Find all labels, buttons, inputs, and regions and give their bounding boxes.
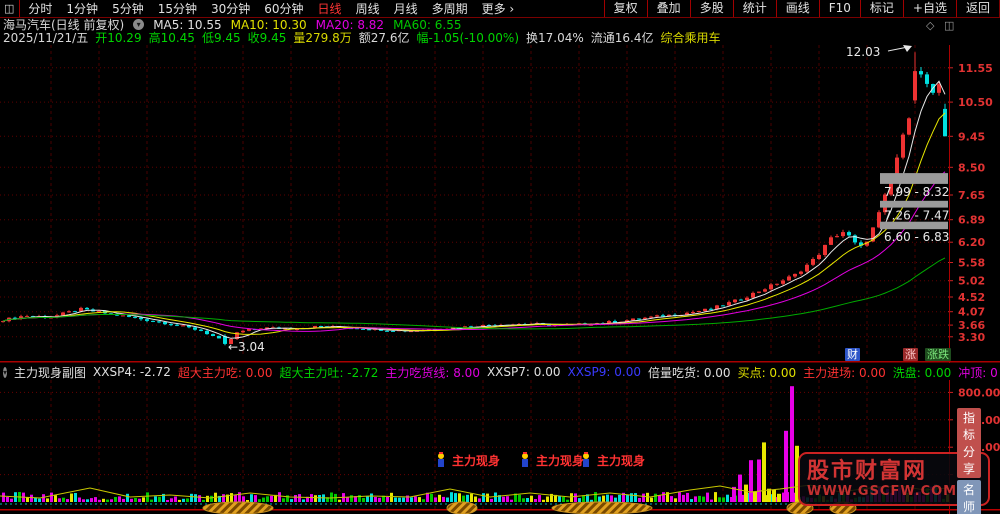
- low-value: 低9.45: [201, 31, 241, 45]
- tab-multi-period[interactable]: 多周期: [432, 0, 468, 17]
- svg-text:7.26 - 7.47: 7.26 - 7.47: [884, 209, 949, 223]
- float-shares-value: 流通16.4亿: [590, 31, 654, 45]
- svg-text:7.99 - 8.32: 7.99 - 8.32: [884, 185, 949, 199]
- tab-60min[interactable]: 60分钟: [264, 0, 303, 17]
- stat-main-enter: 主力进场: 0.00: [803, 365, 886, 380]
- volume-value: 量279.8万: [293, 31, 352, 45]
- date: 2025/11/21/五: [3, 31, 89, 45]
- tab-5min[interactable]: 5分钟: [112, 0, 144, 17]
- btn-back[interactable]: 返回: [957, 0, 999, 17]
- btn-mark[interactable]: 标记: [861, 0, 903, 17]
- tab-monthly[interactable]: 月线: [394, 0, 418, 17]
- svg-text:5.58: 5.58: [958, 257, 985, 270]
- tab-1min[interactable]: 1分钟: [66, 0, 98, 17]
- finance-badge[interactable]: 财: [845, 348, 860, 361]
- stock-app-window: ◫ 分时 1分钟 5分钟 15分钟 30分钟 60分钟 日线 周线 月线 多周期…: [0, 0, 1000, 514]
- svg-text:5.02: 5.02: [958, 275, 985, 288]
- rise-badge[interactable]: 涨: [903, 348, 918, 361]
- svg-text:9.45: 9.45: [958, 130, 985, 143]
- svg-text:主力现身: 主力现身: [452, 453, 500, 468]
- stat-double-volume: 倍量吃货: 0.00: [647, 365, 731, 380]
- chevron-down-icon[interactable]: ▾: [3, 366, 8, 378]
- open-value: 开10.29: [95, 31, 142, 45]
- main-price-chart[interactable]: 11.55 10.50 9.45 8.50 7.65 6.89 6.20 5.58 5.02 4.…: [0, 45, 1000, 363]
- btn-adjust-price[interactable]: 复权: [605, 0, 647, 17]
- btn-statistics[interactable]: 统计: [734, 0, 776, 17]
- stat-super-buy: 超大主力吃: 0.00: [177, 365, 273, 380]
- watermark-badge-indicator-share: 指标分享: [957, 408, 981, 478]
- tool-buttons: 复权 叠加 多股 统计 画线 F10 标记 +自选 返回: [603, 0, 999, 17]
- svg-text:10.50: 10.50: [958, 96, 993, 109]
- svg-text:7.65: 7.65: [958, 189, 985, 202]
- watermark-title: 股市财富网: [807, 459, 928, 484]
- quote-info-row: 2025/11/21/五 开10.29 高10.45 低9.45 收9.45 量…: [3, 29, 721, 46]
- btn-add-watchlist[interactable]: +自选: [904, 0, 956, 17]
- change-value: 幅-1.05(-10.00%): [416, 31, 520, 45]
- svg-text:主力现身: 主力现身: [597, 453, 645, 468]
- svg-text:3.30: 3.30: [958, 331, 985, 344]
- stat-main-buy-line: 主力吃货线: 8.00: [385, 365, 480, 380]
- watermark-badges: 指标分享 名师课程: [957, 406, 981, 514]
- btn-draw-line[interactable]: 画线: [777, 0, 819, 17]
- btn-f10[interactable]: F10: [820, 0, 860, 17]
- indicator-title[interactable]: 主力现身副图: [14, 364, 86, 380]
- tab-15min[interactable]: 15分钟: [158, 0, 197, 17]
- tab-minute-chart[interactable]: 分时: [28, 0, 52, 17]
- tab-daily[interactable]: 日线: [318, 0, 342, 17]
- svg-text:800.00: 800.00: [958, 386, 1000, 399]
- svg-text:4.07: 4.07: [958, 306, 985, 319]
- industry-label[interactable]: 综合乘用车: [661, 29, 721, 46]
- menu-separator: [19, 0, 21, 17]
- watermark-url: WWW.GSCFW.COM: [807, 484, 958, 499]
- amount-value: 额27.6亿: [358, 31, 410, 45]
- stat-xxsp9: XXSP9: 0.00: [567, 365, 641, 379]
- period-tabs: 分时 1分钟 5分钟 15分钟 30分钟 60分钟 日线 周线 月线 多周期 更…: [28, 0, 603, 17]
- tab-more[interactable]: 更多 ›: [482, 0, 515, 17]
- split-view-icon[interactable]: ◫: [944, 20, 954, 31]
- watermark-text: 股市财富网 WWW.GSCFW.COM: [807, 459, 957, 499]
- indicator-header: ▾ 主力现身副图 XXSP4: -2.72 超大主力吃: 0.00 超大主力吐:…: [3, 364, 998, 380]
- tab-weekly[interactable]: 周线: [356, 0, 380, 17]
- diamond-icon[interactable]: ◇: [926, 20, 934, 31]
- btn-multi-stock[interactable]: 多股: [691, 0, 733, 17]
- stat-washout: 洗盘: 0.00: [892, 365, 952, 380]
- rise-fall-badge[interactable]: 涨跌: [925, 348, 951, 361]
- svg-text:4.52: 4.52: [958, 291, 985, 304]
- tab-30min[interactable]: 30分钟: [211, 0, 250, 17]
- svg-text:6.60 - 6.83: 6.60 - 6.83: [884, 230, 949, 244]
- close-value: 收9.45: [247, 31, 287, 45]
- svg-text:12.03: 12.03: [846, 45, 880, 59]
- stat-xxsp4: XXSP4: -2.72: [93, 365, 171, 379]
- high-value: 高10.45: [148, 31, 195, 45]
- watermark-gscfw: 股市财富网 WWW.GSCFW.COM 指标分享 名师课程: [798, 408, 990, 514]
- svg-text:8.50: 8.50: [958, 161, 985, 174]
- svg-text:6.89: 6.89: [958, 214, 985, 227]
- btn-overlay[interactable]: 叠加: [648, 0, 690, 17]
- top-menu-bar: ◫ 分时 1分钟 5分钟 15分钟 30分钟 60分钟 日线 周线 月线 多周期…: [0, 0, 1000, 18]
- stat-top-rush: 冲顶: 0.00: [958, 365, 998, 380]
- svg-text:11.55: 11.55: [958, 62, 993, 75]
- svg-text:←3.04: ←3.04: [228, 340, 265, 354]
- stat-buy-point: 买点: 0.00: [737, 365, 797, 380]
- svg-text:6.20: 6.20: [958, 236, 985, 249]
- svg-text:主力现身: 主力现身: [536, 453, 584, 468]
- watermark-badge-teacher-course: 名师课程: [957, 480, 981, 514]
- turnover-value: 换17.04%: [526, 31, 584, 45]
- stat-super-sell: 超大主力吐: -2.72: [279, 365, 379, 380]
- stat-xxsp7: XXSP7: 0.00: [486, 365, 561, 379]
- window-split-icon[interactable]: ◫: [4, 0, 14, 17]
